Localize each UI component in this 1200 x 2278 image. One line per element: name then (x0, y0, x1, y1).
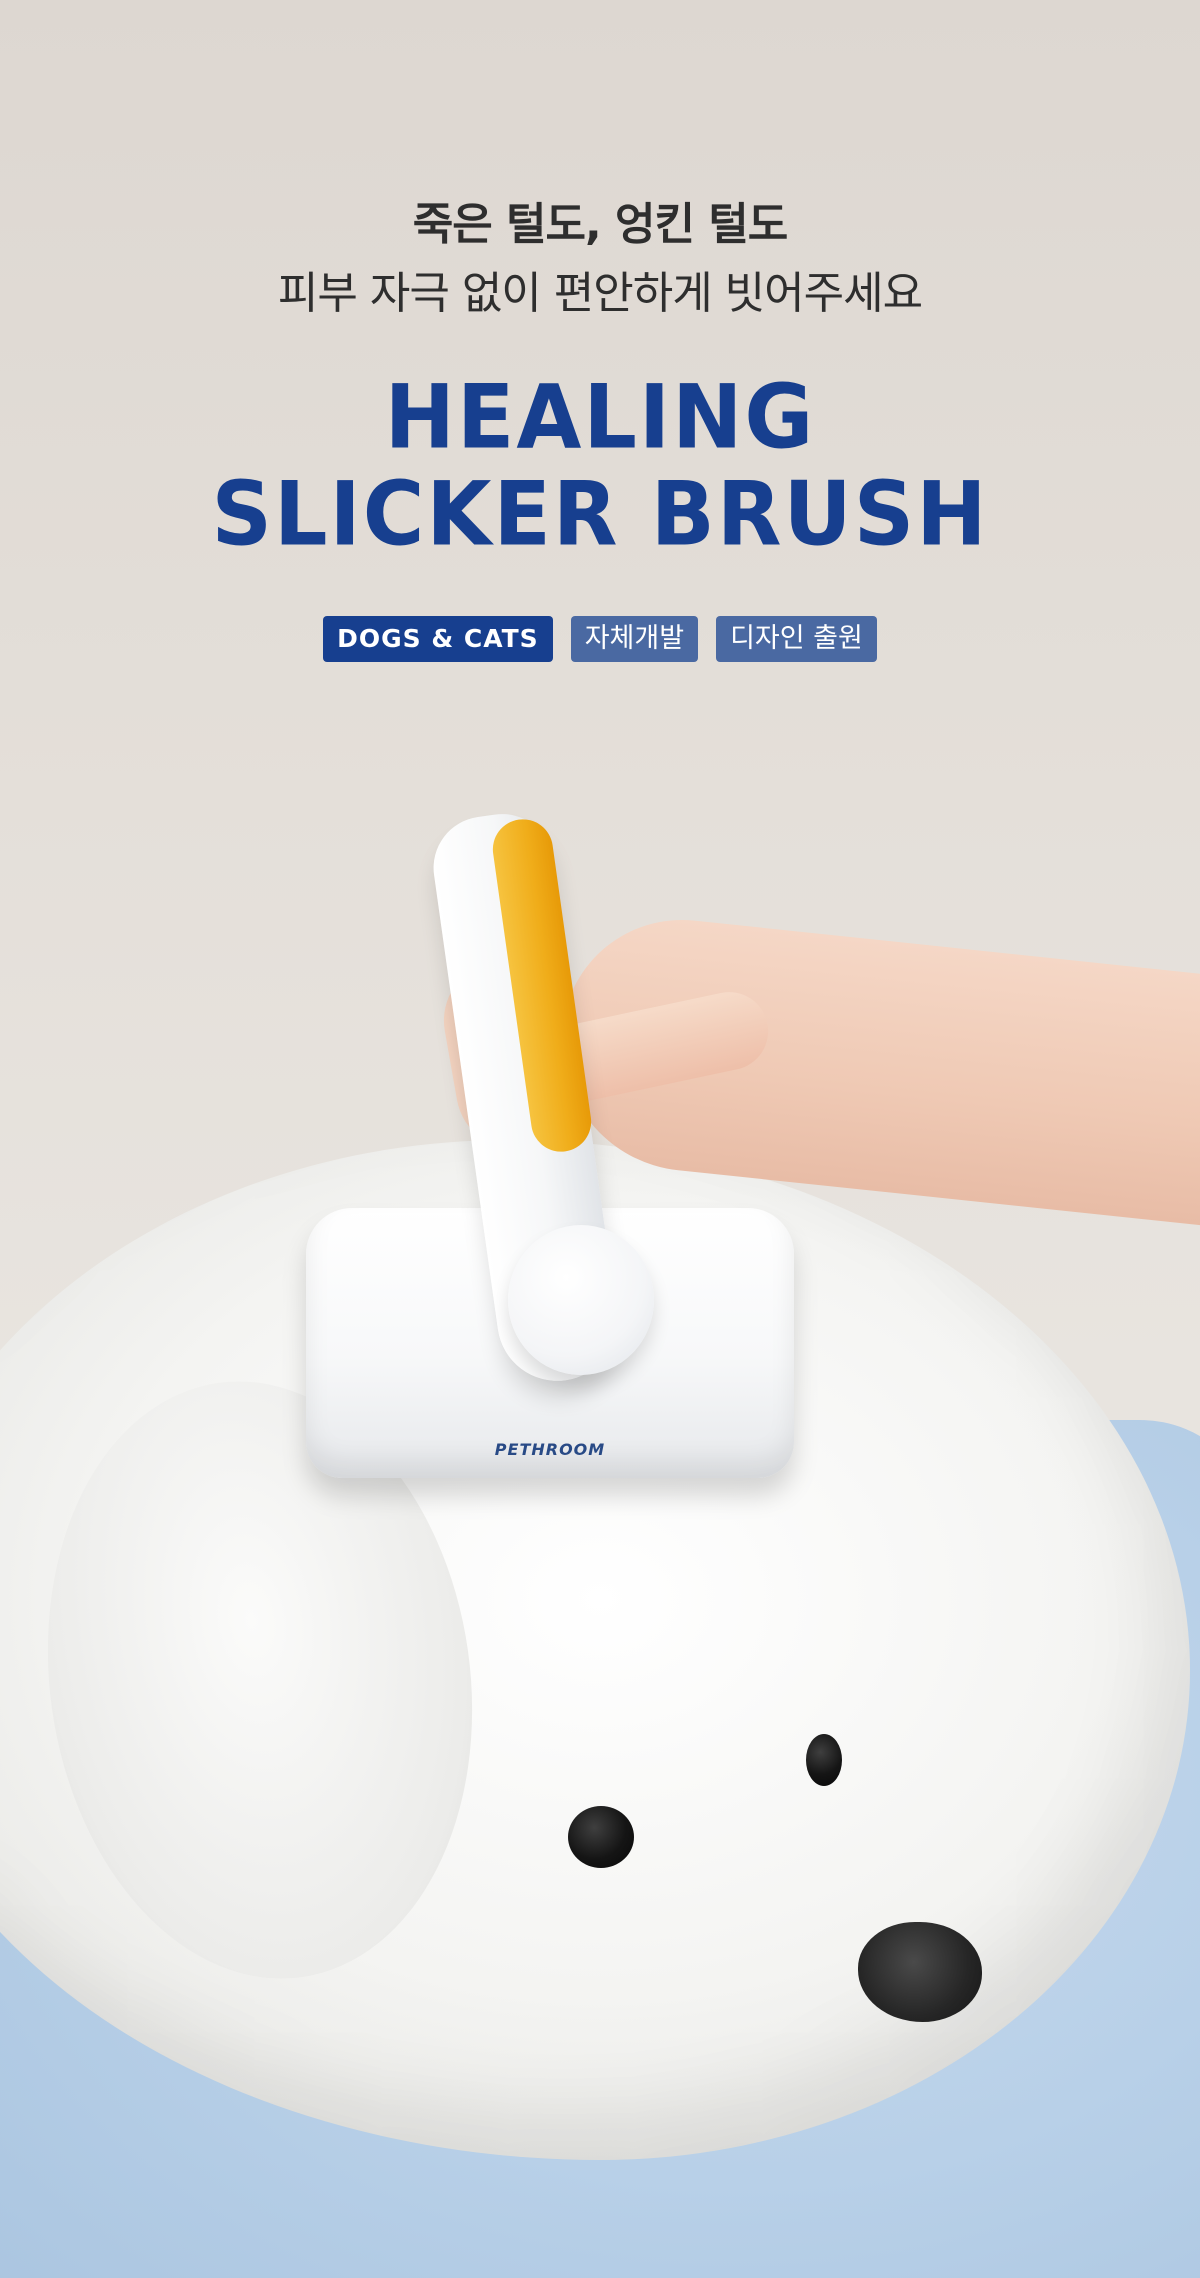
brush-joint (508, 1225, 654, 1375)
dog-eye-left (568, 1806, 634, 1868)
badge-in-house-development: 자체개발 (570, 616, 699, 662)
dog-eye-right (806, 1734, 842, 1786)
headline-line-2: 피부 자극 없이 편안하게 빗어주세요 (277, 268, 923, 319)
badge-design-application: 디자인 출원 (716, 616, 877, 662)
feature-badges: DOGS & CATS 자체개발 디자인 출원 (0, 616, 1200, 662)
dog-nose (858, 1922, 982, 2022)
product-title-line-2: SLICKER BRUSH (211, 462, 989, 566)
headline-line-1: 죽은 털도, 엉킨 털도 (412, 199, 789, 250)
product-hero: 죽은 털도, 엉킨 털도 피부 자극 없이 편안하게 빗어주세요 HEALING… (0, 0, 1200, 2278)
badge-dogs-cats: DOGS & CATS (323, 616, 553, 662)
brush-brand-label: PETHROOM (494, 1440, 606, 1459)
product-title-line-1: HEALING (384, 365, 816, 469)
